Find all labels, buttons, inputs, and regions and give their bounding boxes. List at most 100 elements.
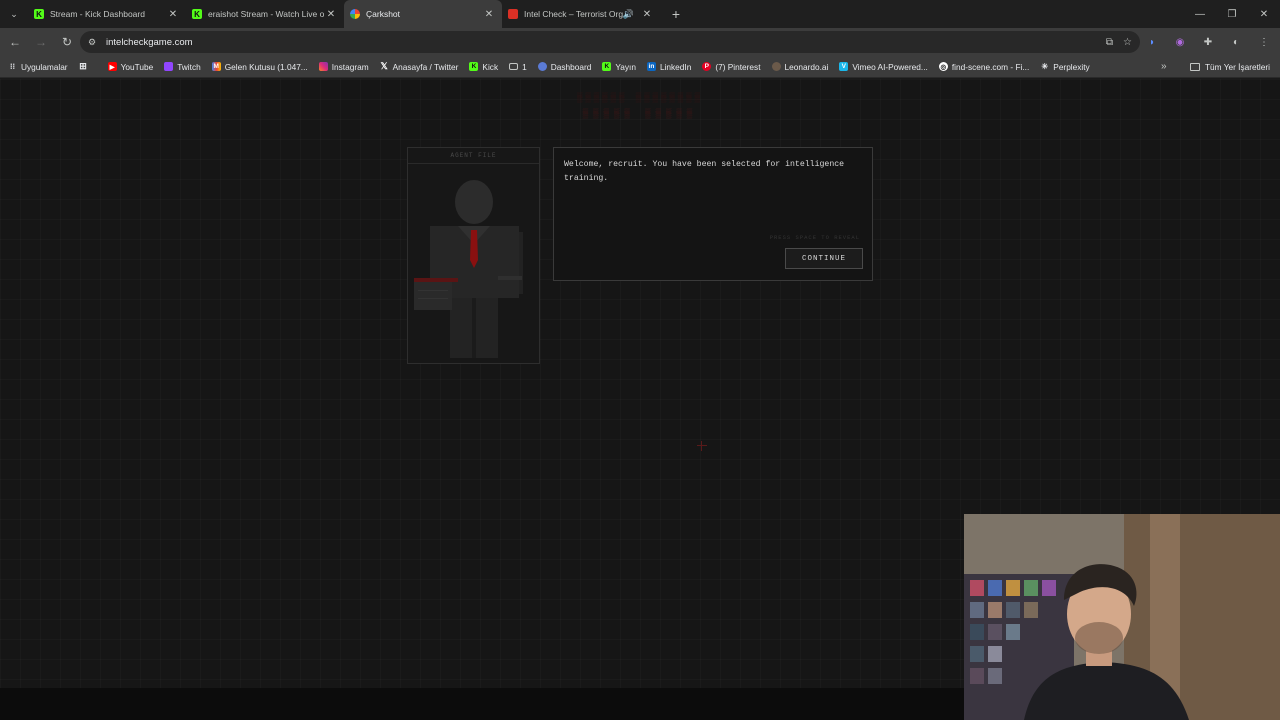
site-info-icon[interactable]: ⚙ bbox=[88, 37, 100, 48]
agent-right-arm bbox=[519, 232, 523, 294]
bookmark-label: (7) Pinterest bbox=[715, 61, 761, 72]
bookmark-twitch[interactable]: Twitch bbox=[164, 62, 201, 72]
menu-kebab-icon[interactable]: ⋮ bbox=[1254, 30, 1274, 54]
address-bar[interactable]: ⚙ intelcheckgame.com ⧉ ☆ bbox=[80, 31, 1140, 53]
apps-grid-icon: ⁝⁝ bbox=[9, 62, 16, 71]
agent-tie bbox=[470, 230, 478, 268]
tab-2[interactable]: Çarkshot ✕ bbox=[344, 0, 502, 28]
bookmark-apps[interactable]: ⁝⁝ Uygulamalar bbox=[8, 62, 68, 72]
bookmark-youtube[interactable]: ▶ YouTube bbox=[107, 61, 154, 72]
briefcase-line bbox=[418, 290, 448, 291]
reveal-hint: PRESS SPACE TO REVEAL bbox=[769, 234, 860, 241]
speaker-icon[interactable]: 🔊 bbox=[623, 9, 634, 20]
dialog-message: Welcome, recruit. You have been selected… bbox=[564, 160, 845, 183]
tab-0[interactable]: K Stream - Kick Dashboard ✕ bbox=[28, 0, 186, 28]
bookmark-label: Vimeo AI-Powered... bbox=[852, 61, 928, 72]
crosshair-cursor bbox=[697, 441, 707, 451]
extensions-puzzle-icon[interactable]: ✚ bbox=[1198, 30, 1218, 54]
bookmark-label: Gelen Kutusu (1.047... bbox=[224, 61, 308, 72]
bookmark-kick[interactable]: K Kick bbox=[469, 62, 498, 72]
tab-title: Çarkshot bbox=[366, 9, 401, 19]
minimize-icon[interactable]: — bbox=[1184, 0, 1216, 28]
bookmark-label: find-scene.com - Fi... bbox=[951, 61, 1030, 72]
kick-icon: K bbox=[192, 9, 202, 19]
bookmark-instagram[interactable]: Instagram bbox=[318, 61, 369, 72]
bookmark-label: Yayın bbox=[615, 61, 636, 72]
instagram-icon bbox=[318, 62, 328, 71]
bookmark-findscene[interactable]: ◎ find-scene.com - Fi... bbox=[938, 61, 1030, 72]
briefcase bbox=[414, 282, 452, 310]
agent-leg-gap bbox=[472, 298, 476, 358]
bookmark-vimeo[interactable]: V Vimeo AI-Powered... bbox=[839, 61, 928, 72]
taskbar-strip bbox=[0, 688, 964, 720]
webcam-overlay bbox=[964, 514, 1280, 720]
linkedin-icon: in bbox=[646, 62, 656, 71]
restore-icon[interactable]: ❐ bbox=[1216, 0, 1248, 28]
kick-icon: K bbox=[469, 62, 479, 71]
bookmark-label: YouTube bbox=[120, 61, 154, 72]
game-title-faint: ▒▒▒▒▒▒ ▒▒▒▒▒▒▒▒ ▒▒▒▒▒ ▒▒▒▒▒ bbox=[0, 93, 1280, 119]
briefcase-stripe bbox=[414, 278, 458, 282]
back-icon[interactable]: ← bbox=[3, 30, 27, 54]
agent-file-panel: AGENT FILE bbox=[407, 147, 540, 364]
briefcase-line bbox=[418, 298, 448, 299]
bookmark-label: 1 bbox=[522, 61, 527, 72]
tab-title: Intel Check – Terrorist Orga bbox=[524, 9, 623, 19]
bookmark-linkedin[interactable]: in LinkedIn bbox=[646, 61, 692, 72]
bookmark-label: Leonardo.ai bbox=[784, 61, 829, 72]
x-icon: 𝕏 bbox=[380, 61, 388, 71]
bookmark-leonardo[interactable]: Leonardo.ai bbox=[771, 61, 829, 72]
new-tab-button[interactable]: + bbox=[664, 2, 688, 26]
profile-avatar-icon[interactable]: ◐ bbox=[1226, 30, 1246, 54]
all-bookmarks-label: Tüm Yer İşaretleri bbox=[1204, 61, 1270, 72]
all-bookmarks[interactable]: Tüm Yer İşaretleri bbox=[1189, 61, 1270, 72]
game-subtitle-line: ▒▒▒▒▒ ▒▒▒▒▒ bbox=[582, 109, 698, 119]
bookmark-label: Uygulamalar bbox=[21, 61, 68, 72]
bookmark-dashboard[interactable]: Dashboard bbox=[537, 61, 592, 72]
tab-title: Stream - Kick Dashboard bbox=[50, 9, 145, 19]
forward-icon[interactable]: → bbox=[29, 30, 53, 54]
globe-icon bbox=[537, 62, 547, 71]
youtube-icon: ▶ bbox=[107, 62, 117, 71]
tab-1[interactable]: K eraishot Stream - Watch Live on ✕ bbox=[186, 0, 344, 28]
tab-title: eraishot Stream - Watch Live on bbox=[208, 9, 324, 19]
kick-icon: K bbox=[602, 62, 612, 71]
agent-file-header: AGENT FILE bbox=[408, 148, 539, 164]
bookmark-perplexity[interactable]: ✳ Perplexity bbox=[1040, 62, 1089, 72]
translate-icon[interactable]: ⧉ bbox=[1106, 37, 1113, 48]
close-icon[interactable]: ✕ bbox=[324, 9, 338, 20]
bookmark-star-icon[interactable]: ☆ bbox=[1123, 37, 1132, 48]
close-icon[interactable]: ✕ bbox=[640, 9, 654, 20]
extension-icon[interactable]: ◗ bbox=[1142, 30, 1162, 54]
grid-icon: ⊞ bbox=[79, 61, 87, 71]
agent-silhouette bbox=[414, 180, 523, 358]
close-window-icon[interactable]: ✕ bbox=[1248, 0, 1280, 28]
url-text: intelcheckgame.com bbox=[106, 36, 193, 48]
bookmark-label: Anasayfa / Twitter bbox=[392, 61, 459, 72]
bookmark-grid[interactable]: ⊞ bbox=[79, 61, 92, 71]
perplexity-icon: ✳ bbox=[1041, 62, 1049, 71]
close-icon[interactable]: ✕ bbox=[166, 9, 180, 20]
bookmark-label: Dashboard bbox=[550, 61, 592, 72]
reload-icon[interactable]: ↻ bbox=[55, 30, 79, 54]
bookmark-yayin[interactable]: K Yayın bbox=[602, 62, 636, 72]
tab-3[interactable]: Intel Check – Terrorist Orga 🔊 ✕ bbox=[502, 0, 660, 28]
bookmark-label: Instagram bbox=[331, 61, 369, 72]
bookmark-pinterest[interactable]: P (7) Pinterest bbox=[702, 61, 761, 72]
tab-search-icon[interactable]: ⌄ bbox=[0, 0, 28, 28]
close-icon[interactable]: ✕ bbox=[482, 9, 496, 20]
browser-toolbar: ← → ↻ ⚙ intelcheckgame.com ⧉ ☆ ◗ ◉ ✚ ◐ ⋮ bbox=[0, 28, 1280, 56]
pinterest-icon: P bbox=[702, 62, 712, 71]
chevron-right-icon[interactable]: » bbox=[1161, 61, 1167, 72]
bookmark-label: LinkedIn bbox=[659, 61, 692, 72]
webcam-feed bbox=[964, 514, 1280, 720]
bookmark-gmail[interactable]: M Gelen Kutusu (1.047... bbox=[211, 61, 308, 72]
bookmark-folder-1[interactable]: 1 bbox=[509, 62, 527, 72]
bookmark-twitter[interactable]: 𝕏 Anasayfa / Twitter bbox=[380, 61, 459, 72]
person-beard bbox=[1075, 622, 1123, 654]
bookmark-label: Twitch bbox=[177, 61, 201, 72]
continue-button[interactable]: CONTINUE bbox=[785, 248, 863, 269]
findscene-icon: ◎ bbox=[938, 62, 948, 71]
extension-icon[interactable]: ◉ bbox=[1170, 30, 1190, 54]
tab-strip: ⌄ K Stream - Kick Dashboard ✕ K eraishot… bbox=[0, 0, 1280, 28]
